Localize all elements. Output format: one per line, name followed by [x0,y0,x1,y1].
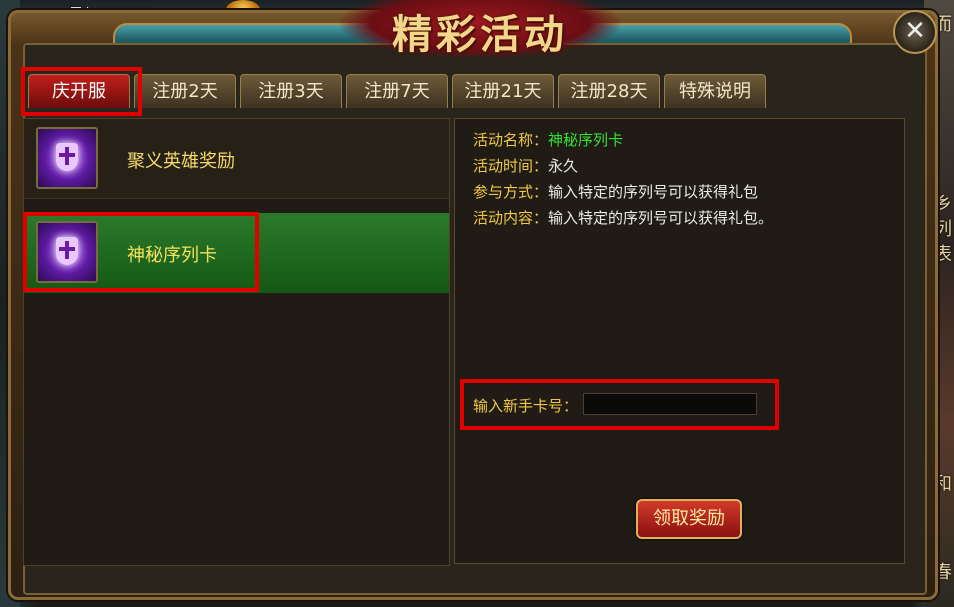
tab-register-3-days[interactable]: 注册3天 [240,74,342,108]
activity-list: 聚义英雄奖励 神秘序列卡 [23,118,450,566]
detail-time-key: 活动时间： [473,157,549,175]
claim-reward-button[interactable]: 领取奖励 [636,499,742,539]
detail-method-row: 参与方式：输入特定的序列号可以获得礼包 [473,181,758,202]
detail-time-value: 永久 [548,157,579,175]
window-title: 精彩活动 [392,11,568,58]
hero-shield-icon [36,127,98,189]
detail-content-value: 输入特定的序列号可以获得礼包。 [548,209,774,227]
detail-content-key: 活动内容： [473,209,549,227]
detail-method-key: 参与方式： [473,183,549,201]
detail-time-row: 活动时间：永久 [473,155,578,176]
detail-name-value: 神秘序列卡 [548,131,624,149]
detail-method-value: 输入特定的序列号可以获得礼包 [548,183,759,201]
close-button[interactable]: ✕ [893,10,937,54]
activity-detail-panel: 活动名称：神秘序列卡 活动时间：永久 参与方式：输入特定的序列号可以获得礼包 活… [454,118,905,564]
detail-name-key: 活动名称： [473,131,549,149]
detail-name-row: 活动名称：神秘序列卡 [473,129,623,150]
tab-highlight-box [21,67,142,116]
code-highlight-box [460,379,779,430]
tab-register-28-days[interactable]: 注册28天 [558,74,660,108]
item-highlight-box [23,212,259,292]
tab-register-21-days[interactable]: 注册21天 [452,74,554,108]
tab-register-7-days[interactable]: 注册7天 [346,74,448,108]
tab-register-2-days[interactable]: 注册2天 [134,74,236,108]
detail-content-row: 活动内容：输入特定的序列号可以获得礼包。 [473,207,773,228]
activity-item-label: 聚义英雄奖励 [127,151,235,172]
activity-item-hero-reward[interactable]: 聚义英雄奖励 [24,119,449,199]
tab-special-notes[interactable]: 特殊说明 [664,74,766,108]
